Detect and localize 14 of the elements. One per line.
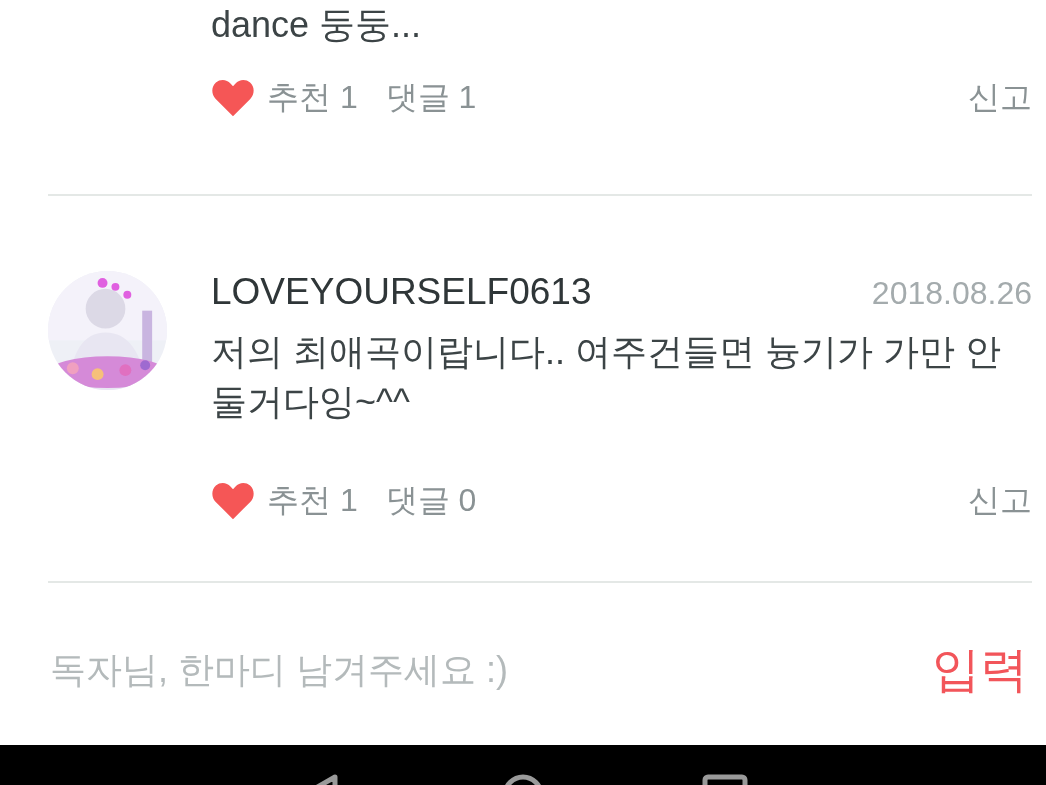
report-link[interactable]: 신고 xyxy=(968,479,1032,523)
heart-icon[interactable] xyxy=(211,78,255,118)
comment-input-field[interactable]: 독자님, 한마디 남겨주세요 :) xyxy=(48,648,932,692)
report-link[interactable]: 신고 xyxy=(968,76,1032,120)
comment-text: 저의 최애곡이랍니다.. 여주건들면 늉기가 가만 안둘거다잉~^^ xyxy=(211,330,1002,424)
comment-author: LOVEYOURSELF0613 xyxy=(211,271,592,313)
heart-icon[interactable] xyxy=(211,481,255,521)
reply-count[interactable]: 댓글 0 xyxy=(385,479,477,523)
reply-count[interactable]: 댓글 1 xyxy=(385,76,477,120)
comment-text: dance 둥둥... xyxy=(211,3,423,47)
submit-button[interactable]: 입력 xyxy=(932,638,1028,702)
like-count[interactable]: 추천 1 xyxy=(267,479,358,523)
like-count[interactable]: 추천 1 xyxy=(267,76,358,120)
comment-date: 2018.08.26 xyxy=(871,275,1032,312)
